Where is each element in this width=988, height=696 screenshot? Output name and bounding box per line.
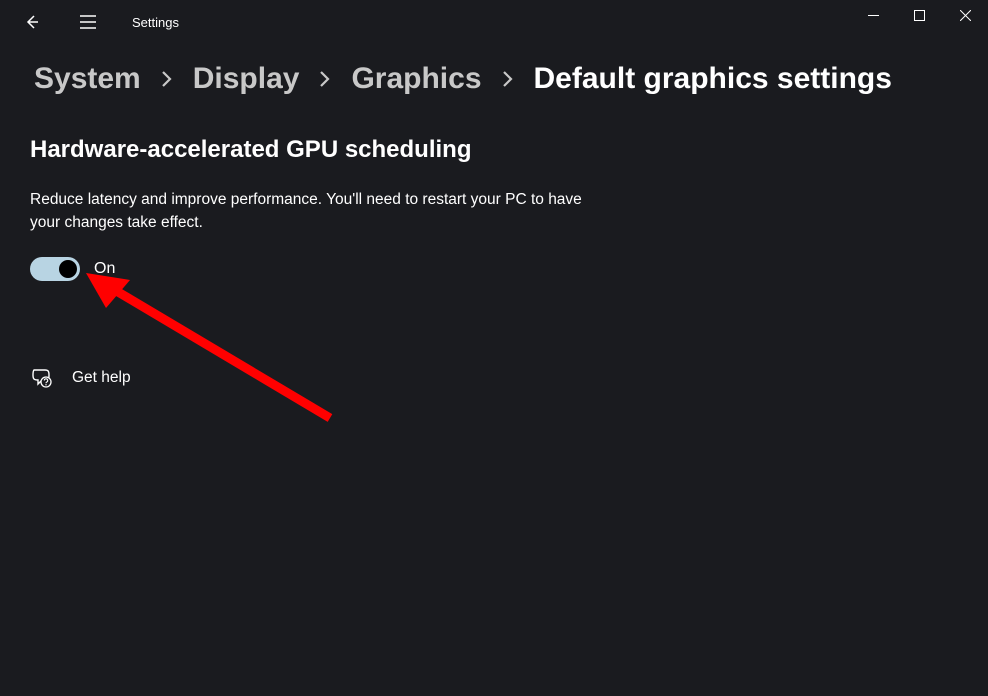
maximize-icon <box>914 10 925 21</box>
get-help-link[interactable]: Get help <box>30 367 640 389</box>
minimize-button[interactable] <box>850 0 896 30</box>
section-heading: Hardware-accelerated GPU scheduling <box>30 136 640 164</box>
close-icon <box>960 10 971 21</box>
breadcrumb: System Display Graphics Default graphics… <box>0 44 988 96</box>
back-button[interactable] <box>16 6 48 38</box>
content-area: Hardware-accelerated GPU scheduling Redu… <box>0 96 640 389</box>
breadcrumb-link-display[interactable]: Display <box>193 62 300 96</box>
back-arrow-icon <box>24 14 40 30</box>
breadcrumb-link-system[interactable]: System <box>34 62 141 96</box>
chevron-right-icon <box>502 69 514 89</box>
close-button[interactable] <box>942 0 988 30</box>
minimize-icon <box>868 10 879 21</box>
help-icon <box>30 367 52 389</box>
title-bar: Settings <box>0 0 988 44</box>
section-description: Reduce latency and improve performance. … <box>30 188 610 235</box>
gpu-scheduling-toggle[interactable] <box>30 257 80 281</box>
maximize-button[interactable] <box>896 0 942 30</box>
help-label: Get help <box>72 369 131 387</box>
breadcrumb-current: Default graphics settings <box>534 62 892 96</box>
breadcrumb-link-graphics[interactable]: Graphics <box>351 62 481 96</box>
app-title: Settings <box>132 15 179 30</box>
chevron-right-icon <box>161 69 173 89</box>
gpu-scheduling-toggle-row: On <box>30 257 640 281</box>
hamburger-icon <box>80 15 96 29</box>
menu-button[interactable] <box>72 6 104 38</box>
chevron-right-icon <box>319 69 331 89</box>
toggle-knob <box>59 260 77 278</box>
toggle-state-label: On <box>94 260 115 278</box>
window-controls <box>850 0 988 30</box>
